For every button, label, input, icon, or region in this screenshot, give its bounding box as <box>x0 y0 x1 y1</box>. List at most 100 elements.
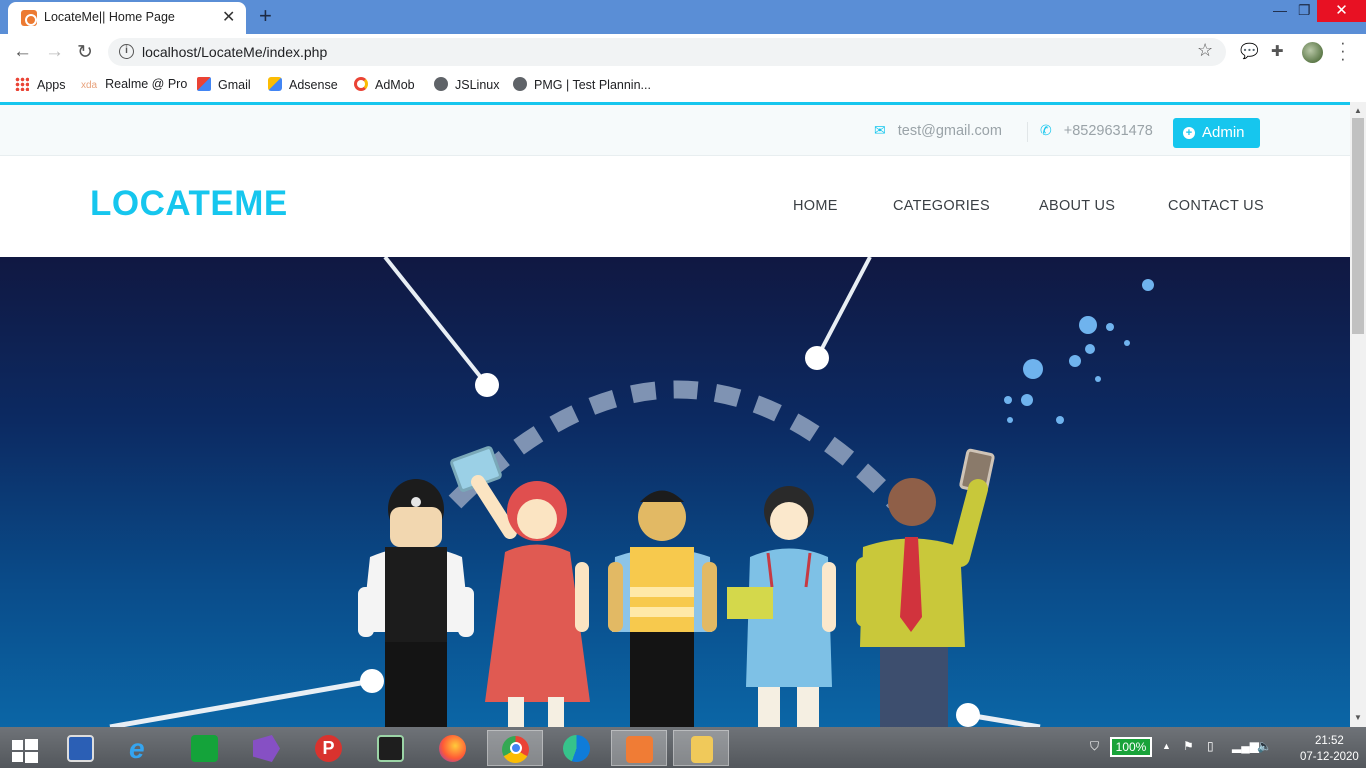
bookmark-star-icon[interactable]: ☆ <box>1197 40 1213 61</box>
main-navbar: LOCATEME HOME CATEGORIES ABOUT US CONTAC… <box>0 157 1350 257</box>
taskbar-internet-explorer[interactable]: e <box>115 730 171 766</box>
bookmark-apps[interactable]: Apps <box>15 77 66 92</box>
clock-time: 21:52 <box>1315 735 1344 747</box>
visual-studio-icon <box>253 735 280 762</box>
page-scrollbar[interactable]: ▲ ▼ <box>1350 102 1366 727</box>
reload-icon[interactable]: ↻ <box>77 41 93 64</box>
psiphon-icon: P <box>315 735 342 762</box>
phone-icon: ✆ <box>1040 122 1052 138</box>
scrollbar-thumb[interactable] <box>1352 118 1364 334</box>
windows-logo-icon <box>12 739 38 763</box>
address-bar[interactable]: i localhost/LocateMe/index.php ☆ <box>108 38 1226 66</box>
network-signal-icon[interactable]: ▂▄▆ <box>1232 739 1259 753</box>
contact-phone[interactable]: ✆ +8529631478 <box>1040 122 1153 139</box>
network-node <box>475 373 499 397</box>
taskbar-store[interactable] <box>177 730 233 766</box>
battery-indicator[interactable]: 100% <box>1110 737 1152 757</box>
admin-button[interactable]: + Admin <box>1173 118 1260 148</box>
adsense-icon <box>268 77 282 91</box>
xampp-icon <box>626 736 653 763</box>
shield-icon[interactable]: ⛉ <box>1090 739 1099 754</box>
restore-icon[interactable]: ❐ <box>1298 2 1311 19</box>
internet-explorer-icon: e <box>129 733 145 764</box>
extensions-puzzle-icon[interactable]: ✚ <box>1271 42 1284 60</box>
start-button[interactable] <box>0 730 50 766</box>
worker-vest-figure <box>608 490 717 727</box>
system-clock[interactable]: 21:52 07-12-2020 <box>1300 733 1359 765</box>
tab-title: LocateMe|| Home Page <box>44 10 175 24</box>
network-node <box>956 703 980 727</box>
admob-icon <box>354 77 368 91</box>
bookmark-jslinux[interactable]: JSLinux <box>434 77 499 92</box>
window-close-button[interactable]: ✕ <box>1317 0 1366 22</box>
url-text[interactable]: localhost/LocateMe/index.php <box>142 44 327 60</box>
device-icon[interactable]: ▯ <box>1207 739 1214 753</box>
taskbar-chrome[interactable] <box>487 730 543 766</box>
divider <box>1027 122 1028 142</box>
volume-icon[interactable]: 🔈 <box>1257 739 1272 753</box>
taskbar-visual-studio[interactable] <box>239 730 295 766</box>
network-line <box>815 257 872 359</box>
browser-tab-strip: LocateMe|| Home Page ✕ + — ❐ ✕ <box>0 0 1366 34</box>
chat-icon[interactable]: 💬 <box>1240 42 1259 60</box>
firefox-icon <box>439 735 466 762</box>
forward-icon[interactable]: → <box>45 41 64 63</box>
gmail-icon <box>197 77 211 91</box>
site-logo[interactable]: LOCATEME <box>90 184 288 224</box>
contact-topbar: ✉ test@gmail.com ✆ +8529631478 + Admin <box>0 105 1350 156</box>
taskbar-lenovo[interactable] <box>53 730 109 766</box>
apps-grid-icon <box>15 77 29 91</box>
site-info-icon[interactable]: i <box>119 44 134 59</box>
back-icon[interactable]: ← <box>13 41 32 63</box>
bookmark-adsense[interactable]: Adsense <box>268 77 338 92</box>
file-explorer-icon <box>691 736 713 763</box>
man-with-tie-figure <box>856 448 995 727</box>
bookmark-realme[interactable]: xda Realme @ Pro <box>81 77 187 91</box>
taskbar-psiphon[interactable]: P <box>301 730 357 766</box>
scroll-down-icon[interactable]: ▼ <box>1354 713 1362 722</box>
dashed-arc <box>448 380 902 509</box>
bookmark-gmail[interactable]: Gmail <box>197 77 251 92</box>
hero-illustration <box>109 257 1154 727</box>
bookmark-admob[interactable]: AdMob <box>354 77 415 92</box>
scroll-up-icon[interactable]: ▲ <box>1354 106 1362 115</box>
network-node <box>360 669 384 693</box>
xampp-favicon-icon <box>21 10 37 26</box>
browser-tab[interactable]: LocateMe|| Home Page ✕ <box>8 2 246 34</box>
browser-menu-icon[interactable]: · · · <box>1340 34 1346 67</box>
windows-taskbar: e P ⛉ ▲ ⚑ ▯ ▂▄▆ 🔈 <box>0 727 1366 768</box>
contact-email[interactable]: ✉ test@gmail.com <box>874 122 1002 139</box>
taskbar-file-explorer[interactable] <box>673 730 729 766</box>
nurse-figure <box>727 486 836 727</box>
hero-banner <box>0 257 1350 727</box>
lenovo-icon <box>67 735 94 762</box>
nav-home[interactable]: HOME <box>793 198 838 214</box>
nav-about-us[interactable]: ABOUT US <box>1039 198 1115 214</box>
clock-date: 07-12-2020 <box>1300 751 1359 763</box>
store-icon <box>191 735 218 762</box>
close-tab-icon[interactable]: ✕ <box>222 7 235 27</box>
xda-icon: xda <box>81 80 98 91</box>
new-tab-icon[interactable]: + <box>259 3 272 29</box>
flag-icon[interactable]: ⚑ <box>1183 739 1194 753</box>
taskbar-firefox[interactable] <box>425 730 481 766</box>
terminal-icon <box>377 735 404 762</box>
sparkles <box>1004 279 1154 424</box>
show-hidden-icons[interactable]: ▲ <box>1162 741 1171 751</box>
network-line <box>383 257 489 387</box>
plus-circle-icon: + <box>1183 127 1195 139</box>
taskbar-edge[interactable] <box>549 730 605 766</box>
globe-icon <box>434 77 448 91</box>
taskbar-xampp[interactable] <box>611 730 667 766</box>
edge-icon <box>563 735 590 762</box>
nav-contact-us[interactable]: CONTACT US <box>1168 198 1264 214</box>
bookmark-pmg[interactable]: PMG | Test Plannin... <box>513 77 651 92</box>
minimize-icon[interactable]: — <box>1273 2 1287 18</box>
profile-avatar[interactable] <box>1302 42 1323 63</box>
network-node <box>805 346 829 370</box>
web-page: ✉ test@gmail.com ✆ +8529631478 + Admin LOCA… <box>0 102 1350 727</box>
taskbar-terminal[interactable] <box>363 730 419 766</box>
nav-categories[interactable]: CATEGORIES <box>893 198 990 214</box>
network-line <box>109 678 373 727</box>
globe-icon <box>513 77 527 91</box>
